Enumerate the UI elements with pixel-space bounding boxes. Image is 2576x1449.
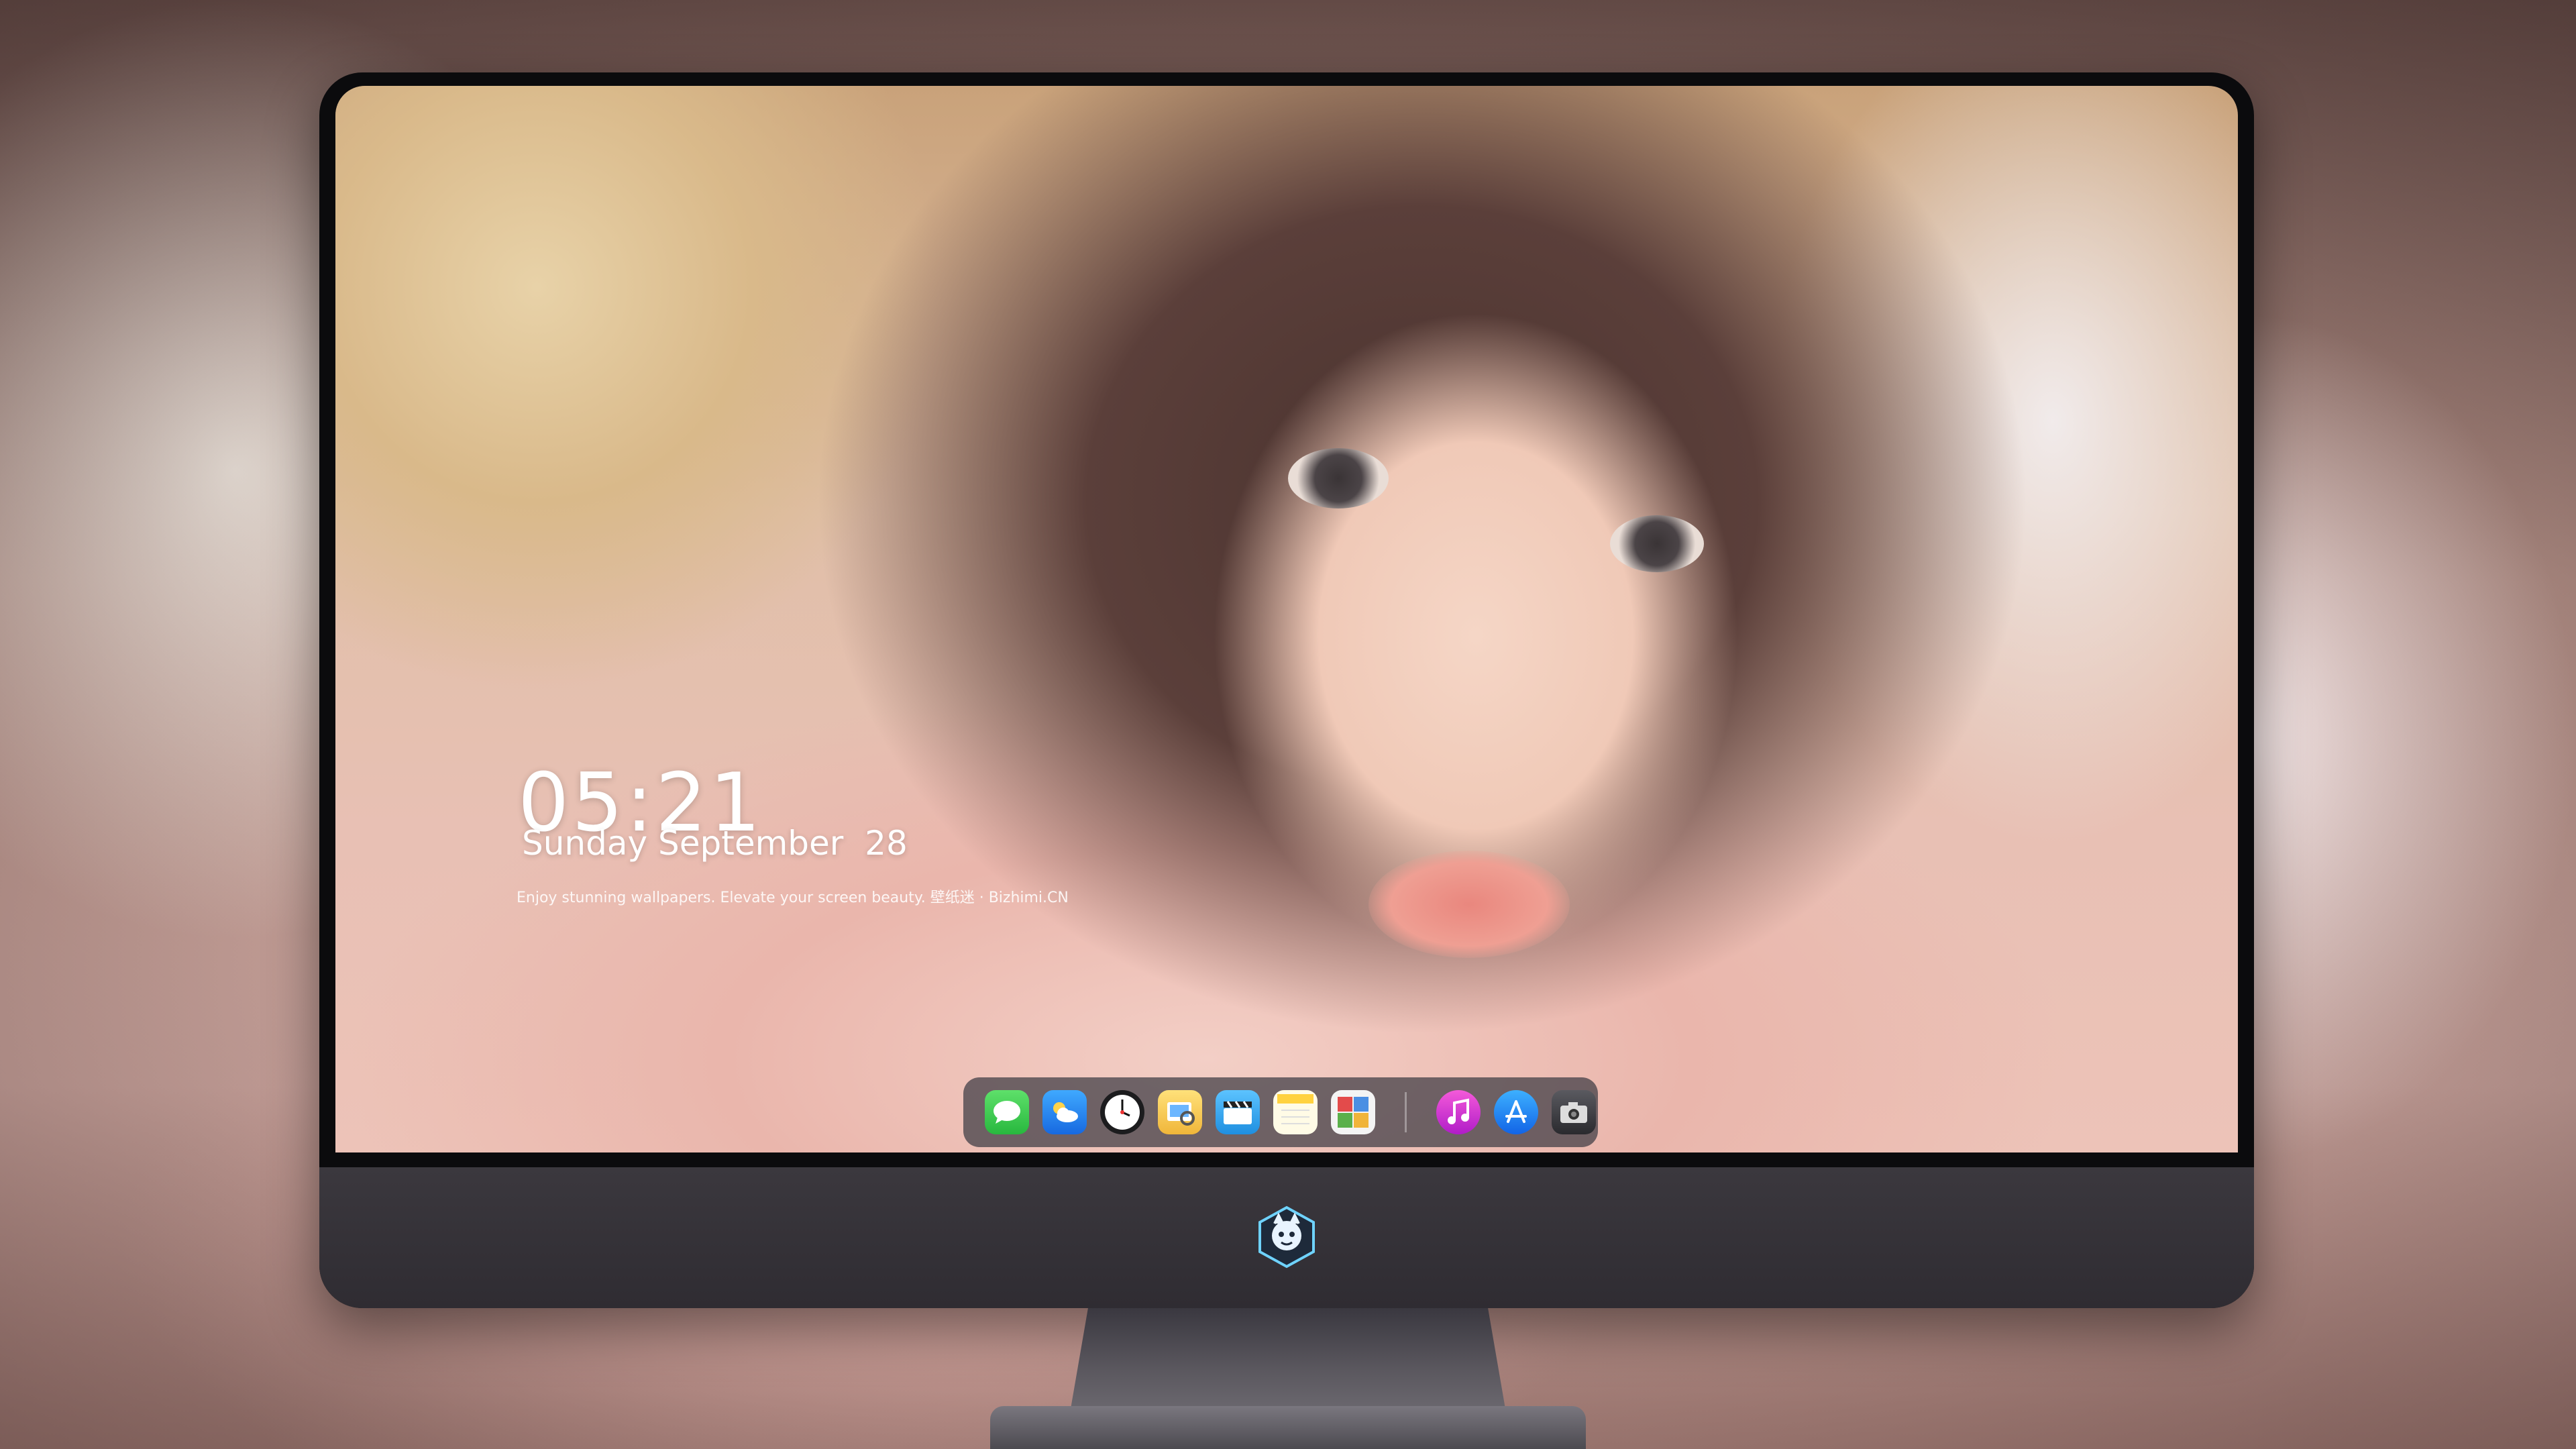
monitor: 05:21 Sunday September 28 Enjoy stunning…	[319, 72, 2254, 1308]
monitor-stand-base	[990, 1406, 1586, 1449]
notes-icon[interactable]	[1273, 1090, 1318, 1134]
clock-icon[interactable]	[1100, 1090, 1144, 1134]
camera-icon[interactable]	[1552, 1090, 1596, 1134]
wallpaper	[335, 86, 2238, 1152]
weather-icon[interactable]	[1042, 1090, 1087, 1134]
music-icon[interactable]	[1436, 1090, 1481, 1134]
claquette-icon[interactable]	[1216, 1090, 1260, 1134]
app-store-icon[interactable]	[1494, 1090, 1538, 1134]
mascot-logo	[1254, 1205, 1319, 1269]
monitor-chin	[319, 1167, 2254, 1308]
wallpaper-eye-right	[1610, 515, 1704, 572]
lock-date: Sunday September 28	[522, 824, 908, 863]
wallpaper-eye-left	[1288, 448, 1389, 508]
preview-icon[interactable]	[1158, 1090, 1202, 1134]
screen: 05:21 Sunday September 28 Enjoy stunning…	[335, 86, 2238, 1152]
photo-booth-icon[interactable]	[1331, 1090, 1375, 1134]
dock-separator	[1405, 1092, 1407, 1132]
monitor-stand-neck	[1071, 1308, 1505, 1409]
messages-icon[interactable]	[985, 1090, 1029, 1134]
wallpaper-lips	[1368, 851, 1570, 958]
dock	[963, 1077, 1598, 1147]
lock-tagline: Enjoy stunning wallpapers. Elevate your …	[517, 890, 1069, 906]
